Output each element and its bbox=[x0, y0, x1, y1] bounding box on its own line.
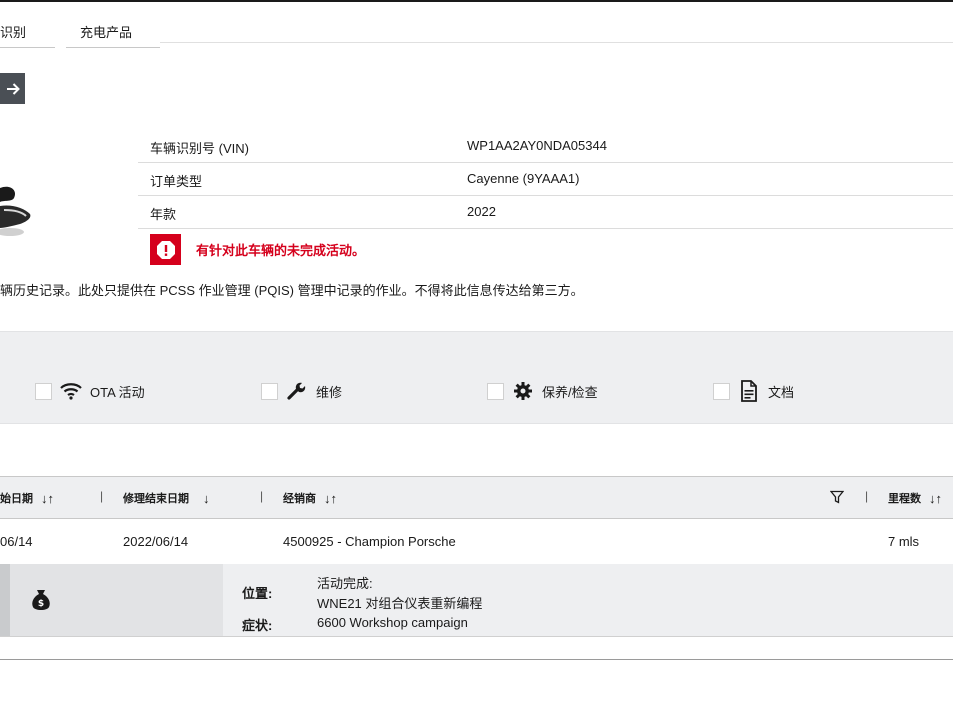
filter-maintenance[interactable]: 保养/检查 bbox=[487, 380, 598, 402]
col-mileage[interactable]: 里程数 ↓↑ bbox=[888, 490, 942, 506]
document-icon bbox=[738, 380, 760, 402]
wifi-icon bbox=[60, 380, 82, 402]
location-label: 位置: bbox=[242, 586, 273, 601]
col-dealer-label: 经销商 bbox=[283, 493, 316, 505]
col-start-date[interactable]: 始日期 ↓↑ bbox=[0, 490, 54, 506]
order-type-row: 订单类型 Cayenne (9YAAA1) bbox=[138, 163, 953, 196]
vehicle-image bbox=[0, 186, 31, 236]
sort-icon[interactable]: ↓↑ bbox=[41, 491, 54, 506]
filter-repair-label: 维修 bbox=[316, 384, 343, 400]
filter-ota-checkbox[interactable] bbox=[35, 382, 52, 400]
tab-bar: 识别 充电产品 bbox=[0, 0, 953, 48]
cell-dealer: 4500925 - Champion Porsche bbox=[283, 534, 456, 549]
order-type-label: 订单类型 bbox=[150, 174, 203, 189]
col-separator: | bbox=[865, 489, 869, 503]
vin-row: 车辆识别号 (VIN) WP1AA2AY0NDA05344 bbox=[138, 130, 953, 163]
arrow-right-icon bbox=[6, 82, 20, 95]
tab-charging-products-label: 充电产品 bbox=[80, 25, 133, 40]
filter-repair-checkbox[interactable] bbox=[261, 382, 278, 400]
row-detail-panel: $ 位置: 活动完成: WNE21 对组合仪表重新编程 症状: 6600 Wor… bbox=[0, 564, 953, 636]
tab-identification[interactable]: 识别 bbox=[0, 22, 55, 48]
filter-maintenance-label: 保养/检查 bbox=[542, 384, 598, 400]
svg-text:$: $ bbox=[38, 599, 44, 609]
table-bottom-border bbox=[0, 659, 953, 660]
symptom-label: 症状: bbox=[242, 618, 273, 633]
col-end-date[interactable]: 修理结束日期 ↓ bbox=[123, 490, 210, 506]
filter-icon[interactable] bbox=[829, 490, 845, 507]
filter-documents-label: 文档 bbox=[768, 384, 795, 400]
sort-icon[interactable]: ↓↑ bbox=[324, 491, 337, 506]
col-separator: | bbox=[260, 489, 264, 503]
next-button[interactable] bbox=[0, 73, 25, 104]
activity-value: WNE21 对组合仪表重新编程 bbox=[317, 596, 483, 611]
filter-repair[interactable]: 维修 bbox=[261, 380, 342, 402]
model-year-label: 年款 bbox=[150, 207, 177, 222]
cell-start-date: 06/14 bbox=[0, 534, 33, 549]
col-separator: | bbox=[100, 489, 104, 503]
filter-documents[interactable]: 文档 bbox=[713, 380, 794, 402]
vin-label: 车辆识别号 (VIN) bbox=[150, 141, 249, 156]
filter-ota[interactable]: OTA 活动 bbox=[35, 380, 145, 402]
activity-label: 活动完成: bbox=[317, 576, 373, 591]
gear-icon bbox=[512, 380, 534, 402]
tab-charging-products[interactable]: 充电产品 bbox=[66, 22, 160, 48]
cell-mileage: 7 mls bbox=[888, 534, 920, 549]
filter-bar: OTA 活动 维修 保养/检查 文档 bbox=[0, 331, 953, 424]
table-row[interactable]: 06/14 2022/06/14 4500925 - Champion Pors… bbox=[0, 518, 953, 564]
tab-identification-label: 识别 bbox=[0, 25, 27, 40]
vin-value: WP1AA2AY0NDA05344 bbox=[467, 138, 607, 153]
model-year-value: 2022 bbox=[467, 204, 496, 219]
order-type-value: Cayenne (9YAAA1) bbox=[467, 171, 580, 186]
model-year-row: 年款 2022 bbox=[138, 196, 953, 229]
open-campaign-alert: 有针对此车辆的未完成活动。 bbox=[150, 234, 365, 265]
tabs-divider bbox=[160, 42, 953, 43]
col-start-date-label: 始日期 bbox=[0, 493, 33, 505]
alert-text: 有针对此车辆的未完成活动。 bbox=[196, 243, 366, 258]
sort-icon[interactable]: ↓↑ bbox=[929, 491, 942, 506]
money-bag-icon: $ bbox=[32, 590, 50, 610]
cell-end-date: 2022/06/14 bbox=[123, 534, 189, 549]
history-note: 辆历史记录。此处只提供在 PCSS 作业管理 (PQIS) 管理中记录的作业。不… bbox=[0, 283, 584, 298]
sort-desc-icon[interactable]: ↓ bbox=[203, 491, 210, 506]
filter-documents-checkbox[interactable] bbox=[713, 382, 730, 400]
col-dealer[interactable]: 经销商 ↓↑ bbox=[283, 490, 337, 506]
table-header: 始日期 ↓↑ | 修理结束日期 ↓ | 经销商 ↓↑ | 里程数 ↓↑ bbox=[0, 476, 953, 519]
filter-ota-label: OTA 活动 bbox=[90, 384, 145, 400]
col-mileage-label: 里程数 bbox=[888, 493, 921, 505]
row-divider bbox=[0, 636, 953, 637]
filter-maintenance-checkbox[interactable] bbox=[487, 382, 504, 400]
vehicle-info-table: 车辆识别号 (VIN) WP1AA2AY0NDA05344 订单类型 Cayen… bbox=[138, 130, 953, 229]
symptom-value: 6600 Workshop campaign bbox=[317, 615, 468, 630]
alert-icon bbox=[150, 234, 181, 265]
wrench-icon bbox=[286, 380, 308, 402]
detail-stripe bbox=[0, 564, 10, 636]
col-end-date-label: 修理结束日期 bbox=[123, 493, 189, 505]
